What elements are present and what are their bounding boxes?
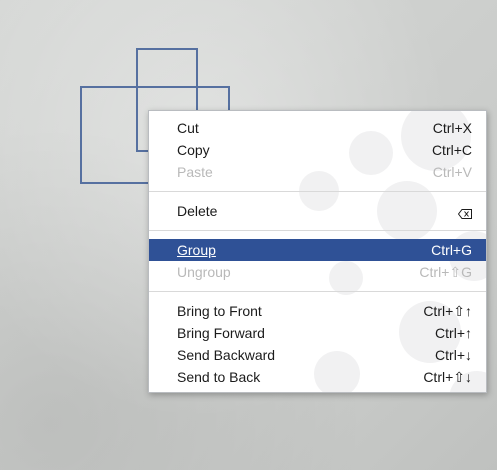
menu-item-label: Send Backward [177, 347, 276, 363]
menu-item-label: Cut [177, 120, 199, 136]
menu-item-ungroup: Ungroup Ctrl+⇧G [149, 261, 486, 283]
menu-item-shortcut: Ctrl+V [432, 164, 472, 180]
menu-item-shortcut: Ctrl+⇧↓ [423, 368, 472, 385]
menu-item-bring-to-front[interactable]: Bring to Front Ctrl+⇧↑ [149, 300, 486, 322]
menu-item-cut[interactable]: Cut Ctrl+X [149, 117, 486, 139]
menu-item-shortcut: Ctrl+⇧G [419, 263, 472, 280]
menu-item-send-backward[interactable]: Send Backward Ctrl+↓ [149, 344, 486, 366]
menu-item-copy[interactable]: Copy Ctrl+C [149, 139, 486, 161]
menu-item-paste: Paste Ctrl+V [149, 161, 486, 183]
menu-item-shortcut: Ctrl+↑ [435, 325, 472, 341]
menu-item-shortcut: Ctrl+↓ [435, 347, 472, 363]
menu-item-delete[interactable]: Delete [149, 200, 486, 222]
menu-item-send-to-back[interactable]: Send to Back Ctrl+⇧↓ [149, 366, 486, 388]
menu-separator [149, 191, 486, 192]
menu-item-shortcut: Ctrl+C [431, 142, 472, 158]
menu-item-label: Copy [177, 142, 210, 158]
menu-item-label: Delete [177, 203, 218, 219]
backspace-delete-icon [457, 206, 472, 219]
menu-item-label: Bring Forward [177, 325, 265, 341]
menu-item-label: Bring to Front [177, 303, 262, 319]
menu-item-label: Paste [177, 164, 213, 180]
menu-item-shortcut: Ctrl+X [432, 120, 472, 136]
menu-item-label: Send to Back [177, 369, 261, 385]
menu-separator [149, 291, 486, 292]
menu-item-label: Group [177, 242, 216, 258]
menu-separator [149, 230, 486, 231]
context-menu: Cut Ctrl+X Copy Ctrl+C Paste Ctrl+V Dele… [148, 110, 487, 393]
menu-item-label: Ungroup [177, 264, 231, 280]
menu-item-bring-forward[interactable]: Bring Forward Ctrl+↑ [149, 322, 486, 344]
menu-item-shortcut: Ctrl+G [431, 242, 472, 258]
menu-item-shortcut: Ctrl+⇧↑ [423, 302, 472, 319]
menu-item-group[interactable]: Group Ctrl+G [149, 239, 486, 261]
